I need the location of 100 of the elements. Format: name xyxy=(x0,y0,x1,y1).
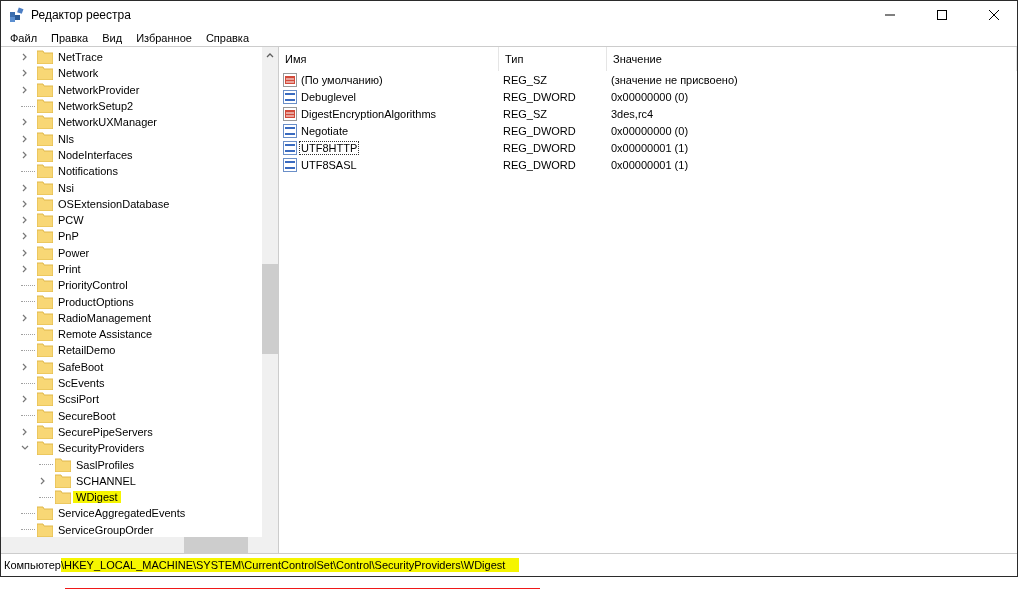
scroll-thumb[interactable] xyxy=(262,264,278,354)
folder-icon xyxy=(37,327,53,342)
value-data: 0x00000000 (0) xyxy=(611,124,689,137)
chevron-right-icon[interactable] xyxy=(21,427,29,436)
tree-item[interactable]: Nls xyxy=(55,132,77,145)
column-header[interactable]: Значение xyxy=(607,47,1017,71)
value-name[interactable]: Negotiate xyxy=(299,123,351,138)
chevron-right-icon[interactable] xyxy=(21,362,29,371)
maximize-icon xyxy=(937,10,947,20)
tree-item[interactable]: WDigest xyxy=(73,491,121,504)
folder-icon xyxy=(37,164,53,179)
folder-icon xyxy=(37,82,53,97)
value-type: REG_DWORD xyxy=(503,124,576,137)
tree-item[interactable]: NodeInterfaces xyxy=(55,148,136,161)
value-type: REG_SZ xyxy=(503,107,547,120)
tree-item[interactable]: NetworkSetup2 xyxy=(55,100,137,113)
value-name[interactable]: (По умолчанию) xyxy=(299,72,385,87)
status-path-prefix: Компьютер xyxy=(4,559,61,571)
folder-icon xyxy=(37,229,53,244)
tree-item[interactable]: ScEvents xyxy=(55,377,108,390)
value-name[interactable]: DigestEncryptionAlgorithms xyxy=(299,106,439,121)
value-data: 0x00000001 (1) xyxy=(611,141,689,154)
folder-icon xyxy=(37,376,53,391)
string-value-icon xyxy=(283,72,297,87)
value-data: 3des,rc4 xyxy=(611,107,654,120)
value-type: REG_SZ xyxy=(503,73,547,86)
value-data: (значение не присвоено) xyxy=(611,73,738,86)
folder-icon xyxy=(37,99,53,114)
folder-icon xyxy=(37,506,53,521)
folder-icon xyxy=(55,490,71,505)
tree-item[interactable]: PriorityControl xyxy=(55,279,131,292)
tree-item[interactable]: NetTrace xyxy=(55,51,106,64)
binary-value-icon xyxy=(283,123,297,138)
tree-item[interactable]: ServiceAggregatedEvents xyxy=(55,507,189,520)
tree-item[interactable]: SafeBoot xyxy=(55,360,107,373)
tree-item[interactable]: OSExtensionDatabase xyxy=(55,197,173,210)
tree-item[interactable]: ScsiPort xyxy=(55,393,102,406)
folder-icon xyxy=(37,50,53,65)
tree-item[interactable]: SCHANNEL xyxy=(73,474,139,487)
folder-icon xyxy=(37,196,53,211)
menu-item[interactable]: Вид xyxy=(95,29,130,46)
tree-item[interactable]: RadioManagement xyxy=(55,311,154,324)
folder-icon xyxy=(37,424,53,439)
value-name[interactable]: UTF8SASL xyxy=(299,157,359,172)
scroll-up-icon[interactable] xyxy=(266,52,274,58)
menu-item[interactable]: Правка xyxy=(44,29,96,46)
close-icon xyxy=(989,10,999,20)
vertical-scrollbar[interactable] xyxy=(262,47,278,537)
value-type: REG_DWORD xyxy=(503,158,576,171)
value-data: 0x00000001 (1) xyxy=(611,158,689,171)
tree-item[interactable]: PnP xyxy=(55,230,82,243)
tree-item[interactable]: Network xyxy=(55,67,102,80)
folder-icon xyxy=(37,147,53,162)
menu-item[interactable]: Файл xyxy=(3,29,45,46)
tree-item[interactable]: Nsi xyxy=(55,181,77,194)
tree-item[interactable]: ServiceGroupOrder xyxy=(55,523,157,536)
menu-item[interactable]: Справка xyxy=(198,29,257,46)
tree-item[interactable]: SecurityProviders xyxy=(55,442,148,455)
value-type: REG_DWORD xyxy=(503,141,576,154)
tree-item[interactable]: Remote Assistance xyxy=(55,328,156,341)
tree-item[interactable]: NetworkUXManager xyxy=(55,116,161,129)
value-name[interactable]: UTF8HTTP xyxy=(299,140,360,155)
tree-item[interactable]: PCW xyxy=(55,214,87,227)
folder-icon xyxy=(37,359,53,374)
folder-icon xyxy=(37,66,53,81)
tree-item[interactable]: ProductOptions xyxy=(55,295,137,308)
folder-icon xyxy=(37,213,53,228)
column-header[interactable]: Имя xyxy=(279,47,499,71)
folder-icon xyxy=(37,441,53,456)
tree-item[interactable]: Print xyxy=(55,263,84,275)
folder-icon xyxy=(37,245,53,260)
folder-icon xyxy=(37,278,53,293)
value-data: 0x00000000 (0) xyxy=(611,90,689,103)
tree-item[interactable]: RetailDemo xyxy=(55,344,119,357)
scroll-thumb[interactable] xyxy=(184,537,248,553)
tree-item[interactable]: NetworkProvider xyxy=(55,83,143,96)
tree-item[interactable]: Notifications xyxy=(55,165,121,178)
folder-icon xyxy=(37,392,53,407)
folder-icon xyxy=(37,294,53,309)
column-header[interactable]: Тип xyxy=(499,47,607,71)
tree-item[interactable]: SecurePipeServers xyxy=(55,425,156,438)
horizontal-scrollbar[interactable] xyxy=(1,537,278,553)
menu-item[interactable]: Избранное xyxy=(129,29,199,46)
value-type: REG_DWORD xyxy=(503,90,576,103)
folder-icon xyxy=(55,457,71,472)
registry-app-icon xyxy=(9,7,25,23)
folder-icon xyxy=(37,310,53,325)
folder-icon xyxy=(37,343,53,358)
window-title: Редактор реестра xyxy=(31,8,132,22)
folder-icon xyxy=(37,262,53,276)
value-name[interactable]: Debuglevel xyxy=(299,89,359,104)
chevron-right-icon[interactable] xyxy=(39,476,47,485)
chevron-right-icon[interactable] xyxy=(21,395,29,404)
binary-value-icon xyxy=(283,157,297,172)
folder-icon xyxy=(37,115,53,130)
chevron-right-icon[interactable] xyxy=(21,313,29,322)
folder-icon xyxy=(37,408,53,423)
tree-item[interactable]: SecureBoot xyxy=(55,409,119,422)
tree-item[interactable]: SaslProfiles xyxy=(73,458,138,471)
tree-item[interactable]: Power xyxy=(55,246,93,259)
